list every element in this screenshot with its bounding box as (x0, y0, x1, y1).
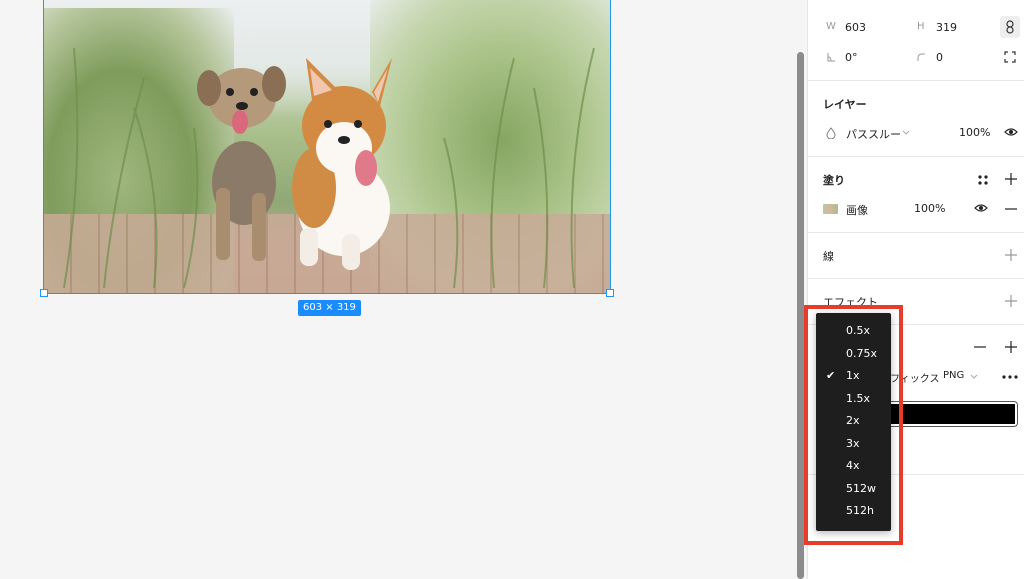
corner-radius-icon (917, 53, 925, 61)
panel-scrollbar-thumb[interactable] (797, 52, 804, 579)
width-label: W (826, 21, 836, 32)
rotation-input[interactable]: 0° (845, 51, 858, 64)
fill-section-title: 塗り (823, 174, 845, 187)
blend-mode-select[interactable]: パススルー (846, 126, 901, 142)
stroke-section-title: 線 (823, 250, 834, 263)
resize-handle-bottom-left[interactable] (40, 289, 48, 297)
fill-opacity-input[interactable]: 100% (914, 202, 945, 215)
image-thumbnail-icon[interactable] (823, 204, 838, 214)
plus-icon (1005, 341, 1017, 353)
minus-icon (1005, 208, 1017, 210)
eye-icon[interactable] (1004, 127, 1018, 137)
divider (808, 80, 1024, 81)
minus-icon (974, 346, 986, 348)
photo-dogs-illustration (63, 47, 595, 289)
drop-icon (826, 127, 836, 139)
plus-icon (1005, 295, 1017, 307)
plus-icon (1005, 173, 1017, 185)
chevron-down-icon (970, 374, 978, 379)
corgi-dog (292, 58, 392, 270)
annotation-highlight-box (804, 305, 903, 545)
rotation-icon (827, 53, 835, 62)
styles-grid-icon[interactable] (977, 174, 989, 186)
export-format-select[interactable]: PNG (943, 370, 964, 381)
height-input[interactable]: 319 (936, 21, 957, 34)
link-icon (1006, 20, 1014, 34)
divider (808, 232, 1024, 233)
dimension-badge: 603 × 319 (298, 300, 361, 316)
add-export-button[interactable] (1003, 339, 1019, 355)
plus-icon (1005, 249, 1017, 261)
layer-opacity-input[interactable]: 100% (959, 126, 990, 139)
more-options-icon[interactable] (1002, 375, 1018, 379)
add-effect-button[interactable] (1003, 293, 1019, 309)
remove-fill-button[interactable] (1003, 201, 1019, 217)
canvas[interactable]: 603 × 319 (0, 0, 796, 579)
add-stroke-button[interactable] (1003, 247, 1019, 263)
divider (808, 156, 1024, 157)
remove-export-button[interactable] (972, 339, 988, 355)
layer-section-title: レイヤー (823, 98, 867, 111)
add-fill-button[interactable] (1003, 171, 1019, 187)
fill-type-label: 画像 (846, 204, 868, 217)
eye-icon[interactable] (974, 203, 988, 213)
corner-radius-input[interactable]: 0 (936, 51, 943, 64)
yorkie-dog (197, 66, 286, 261)
divider (808, 278, 1024, 279)
independent-corners-icon[interactable] (1004, 51, 1016, 63)
constrain-proportions-button[interactable] (1000, 16, 1020, 38)
width-input[interactable]: 603 (845, 21, 866, 34)
chevron-down-icon (902, 130, 910, 135)
dog-photo-image[interactable] (44, 0, 610, 294)
resize-handle-bottom-right[interactable] (606, 289, 614, 297)
height-label: H (917, 21, 925, 32)
